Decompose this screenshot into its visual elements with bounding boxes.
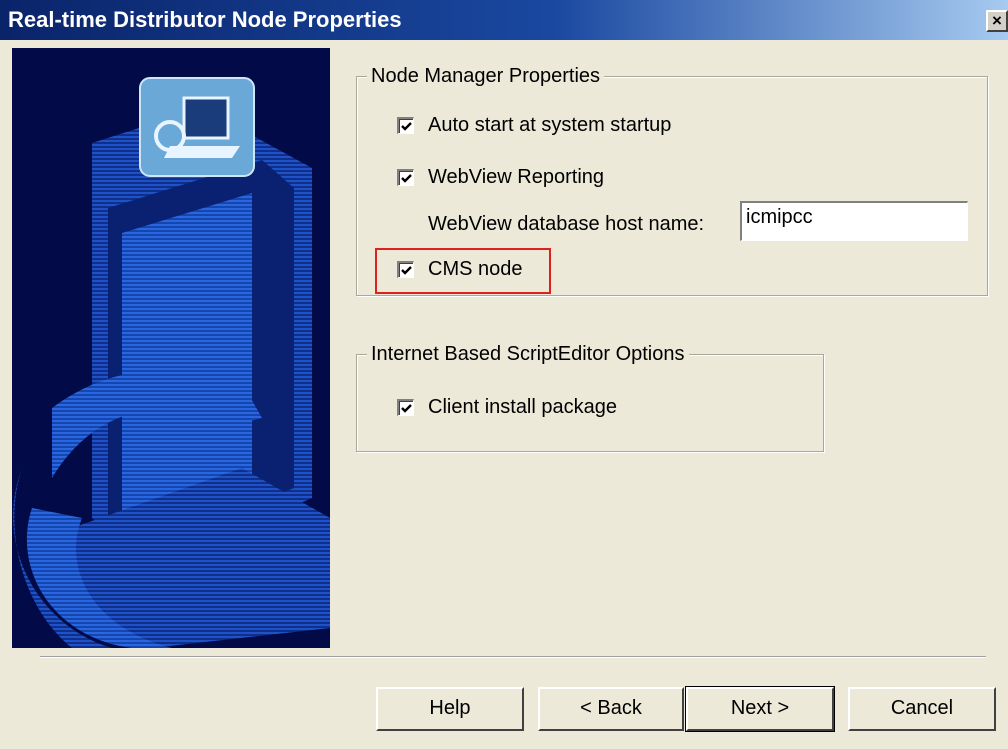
auto-start-checkbox[interactable] [397,117,414,134]
webview-reporting-row[interactable]: WebView Reporting [397,166,604,189]
close-icon: × [992,11,1002,30]
back-button[interactable]: < Back [538,687,684,731]
footer-divider [40,656,986,658]
cancel-button[interactable]: Cancel [848,687,996,731]
auto-start-label: Auto start at system startup [428,114,672,136]
client-install-row[interactable]: Client install package [397,396,617,419]
client-install-checkbox[interactable] [397,399,414,416]
window-title: Real-time Distributor Node Properties [8,7,402,32]
script-editor-legend: Internet Based ScriptEditor Options [367,343,689,366]
cms-node-row[interactable]: CMS node [397,258,523,281]
next-button[interactable]: Next > [685,686,835,732]
client-install-label: Client install package [428,396,617,418]
webview-reporting-label: WebView Reporting [428,166,605,188]
db-host-label: WebView database host name: [428,213,705,235]
wizard-banner-image [12,48,330,648]
webview-reporting-checkbox[interactable] [397,169,414,186]
checkmark-icon [401,174,412,183]
node-manager-legend: Node Manager Properties [367,65,605,88]
auto-start-row[interactable]: Auto start at system startup [397,114,671,137]
close-button[interactable]: × [986,10,1008,32]
checkmark-icon [401,404,412,413]
cms-node-checkbox[interactable] [397,261,414,278]
title-bar: Real-time Distributor Node Properties × [0,0,1008,40]
checkmark-icon [401,122,412,131]
checkmark-icon [401,266,412,275]
cms-node-label: CMS node [428,258,523,280]
db-host-input[interactable]: icmipcc [740,201,968,241]
help-button[interactable]: Help [376,687,524,731]
